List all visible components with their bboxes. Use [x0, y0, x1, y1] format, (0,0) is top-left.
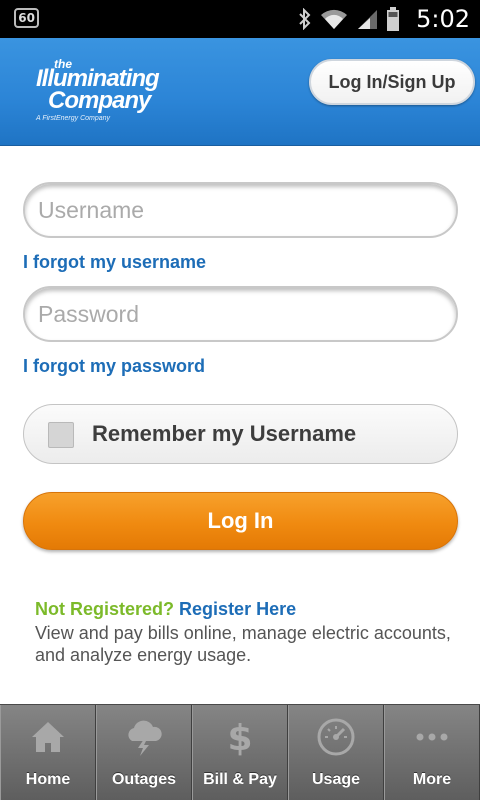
tab-home[interactable]: Home — [0, 705, 96, 800]
more-dots-icon — [412, 715, 452, 759]
password-input[interactable] — [25, 288, 456, 340]
gauge-icon — [316, 715, 356, 759]
login-button[interactable]: Log In — [23, 492, 458, 550]
tab-home-label: Home — [25, 771, 71, 788]
battery-icon — [387, 7, 399, 31]
tab-outages-label: Outages — [111, 771, 176, 788]
company-logo: the Illuminating Company A FirstEnergy C… — [30, 55, 180, 127]
register-description: View and pay bills online, manage electr… — [35, 623, 451, 665]
home-icon — [28, 715, 68, 759]
signal-icon — [358, 10, 377, 29]
remember-username-toggle[interactable]: Remember my Username — [23, 404, 458, 464]
bluetooth-icon — [299, 8, 311, 30]
status-icons — [298, 7, 400, 31]
tab-bill-pay-label: Bill & Pay — [203, 771, 277, 788]
tab-more-label: More — [412, 771, 452, 788]
wifi-icon — [321, 9, 347, 29]
password-field[interactable] — [23, 286, 458, 342]
logo-line2: Company — [48, 87, 151, 114]
svg-text:$: $ — [227, 718, 252, 757]
register-line: Not Registered? Register Here — [35, 598, 455, 620]
tab-usage[interactable]: Usage — [288, 705, 384, 800]
notification-badge-icon: 60 — [14, 8, 39, 28]
app-header: the Illuminating Company A FirstEnergy C… — [0, 38, 480, 146]
app-root: 60 5:02 the Illuminating Company A First… — [0, 0, 480, 800]
forgot-password-link[interactable]: I forgot my password — [23, 356, 205, 377]
tab-usage-label: Usage — [311, 771, 361, 788]
tab-outages[interactable]: Outages — [96, 705, 192, 800]
register-here-link[interactable]: Register Here — [179, 599, 296, 619]
register-section: Not Registered? Register Here View and p… — [35, 598, 455, 666]
status-time: 5:02 — [416, 5, 470, 33]
storm-cloud-icon — [124, 715, 164, 759]
tab-bill-pay[interactable]: $ Bill & Pay — [192, 705, 288, 800]
remember-label: Remember my Username — [92, 421, 357, 446]
tab-more[interactable]: More — [384, 705, 480, 800]
not-registered-text: Not Registered? — [35, 599, 175, 619]
dollar-icon: $ — [220, 715, 260, 759]
status-bar: 60 5:02 — [0, 0, 480, 38]
login-signup-button[interactable]: Log In/Sign Up — [309, 59, 475, 105]
bottom-tab-bar: Home Outages $ Bill & Pay Usage More — [0, 704, 480, 800]
username-field[interactable] — [23, 182, 458, 238]
forgot-username-link[interactable]: I forgot my username — [23, 252, 206, 273]
logo-tagline: A FirstEnergy Company — [36, 115, 111, 122]
remember-checkbox[interactable] — [48, 422, 74, 448]
username-input[interactable] — [25, 184, 456, 236]
